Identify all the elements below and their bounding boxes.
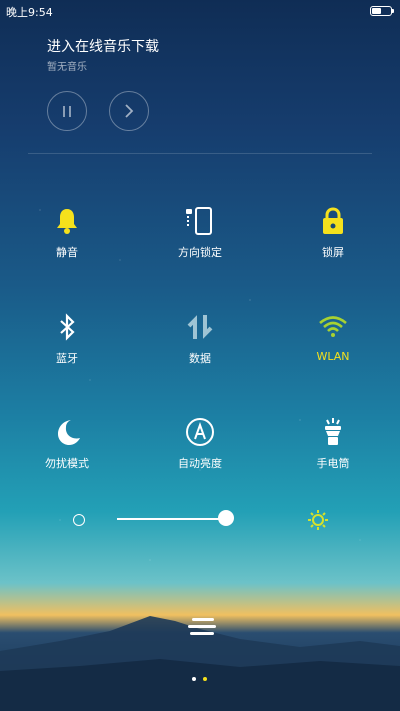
tile-auto-brightness[interactable]: 自动亮度 [140, 417, 260, 487]
auto-brightness-icon [186, 418, 214, 446]
rotation-lock-icon [186, 207, 212, 235]
tile-bluetooth[interactable]: 蓝牙 [7, 312, 127, 382]
brightness-slider[interactable] [60, 505, 350, 535]
menu-handle-icon[interactable] [188, 616, 216, 638]
bell-icon [57, 209, 77, 234]
brightness-low-icon [73, 514, 85, 526]
tile-label: 静音 [56, 246, 78, 259]
pause-button[interactable] [47, 91, 87, 131]
tile-label: 蓝牙 [56, 352, 78, 365]
tile-lock-screen[interactable]: 锁屏 [273, 206, 393, 276]
wifi-icon [319, 316, 347, 337]
battery-icon [370, 6, 394, 16]
tile-rotation-lock[interactable]: 方向锁定 [140, 206, 260, 276]
lock-icon [323, 207, 343, 234]
slider-thumb[interactable] [218, 510, 234, 526]
tile-mute[interactable]: 静音 [7, 206, 127, 276]
page-dot [192, 677, 196, 681]
pause-icon [63, 106, 65, 117]
flashlight-icon [325, 418, 341, 445]
tile-label: 方向锁定 [178, 246, 222, 259]
tile-data[interactable]: 数据 [140, 312, 260, 382]
status-time: 晚上9:54 [6, 6, 53, 19]
tile-label: 自动亮度 [178, 457, 222, 470]
music-subtitle: 暂无音乐 [47, 62, 87, 73]
tile-do-not-disturb[interactable]: 勿扰模式 [7, 417, 127, 487]
tile-label: 勿扰模式 [45, 457, 89, 470]
tile-wlan[interactable]: WLAN [273, 312, 393, 382]
tile-label: 锁屏 [322, 246, 344, 259]
moon-icon [58, 420, 80, 445]
tile-label: 手电筒 [316, 457, 350, 470]
tile-label: WLAN [316, 350, 350, 363]
tile-label: 数据 [189, 352, 211, 365]
divider [28, 153, 372, 154]
bluetooth-icon [60, 313, 75, 341]
next-icon [125, 104, 134, 118]
music-title[interactable]: 进入在线音乐下载 [47, 36, 159, 56]
slider-track[interactable] [117, 518, 226, 520]
next-button[interactable] [109, 91, 149, 131]
status-bar: 晚上9:54 [0, 0, 400, 22]
brightness-high-icon[interactable] [307, 509, 329, 531]
page-dot-active [203, 677, 207, 681]
tile-flashlight[interactable]: 手电筒 [273, 417, 393, 487]
data-icon [187, 315, 213, 339]
